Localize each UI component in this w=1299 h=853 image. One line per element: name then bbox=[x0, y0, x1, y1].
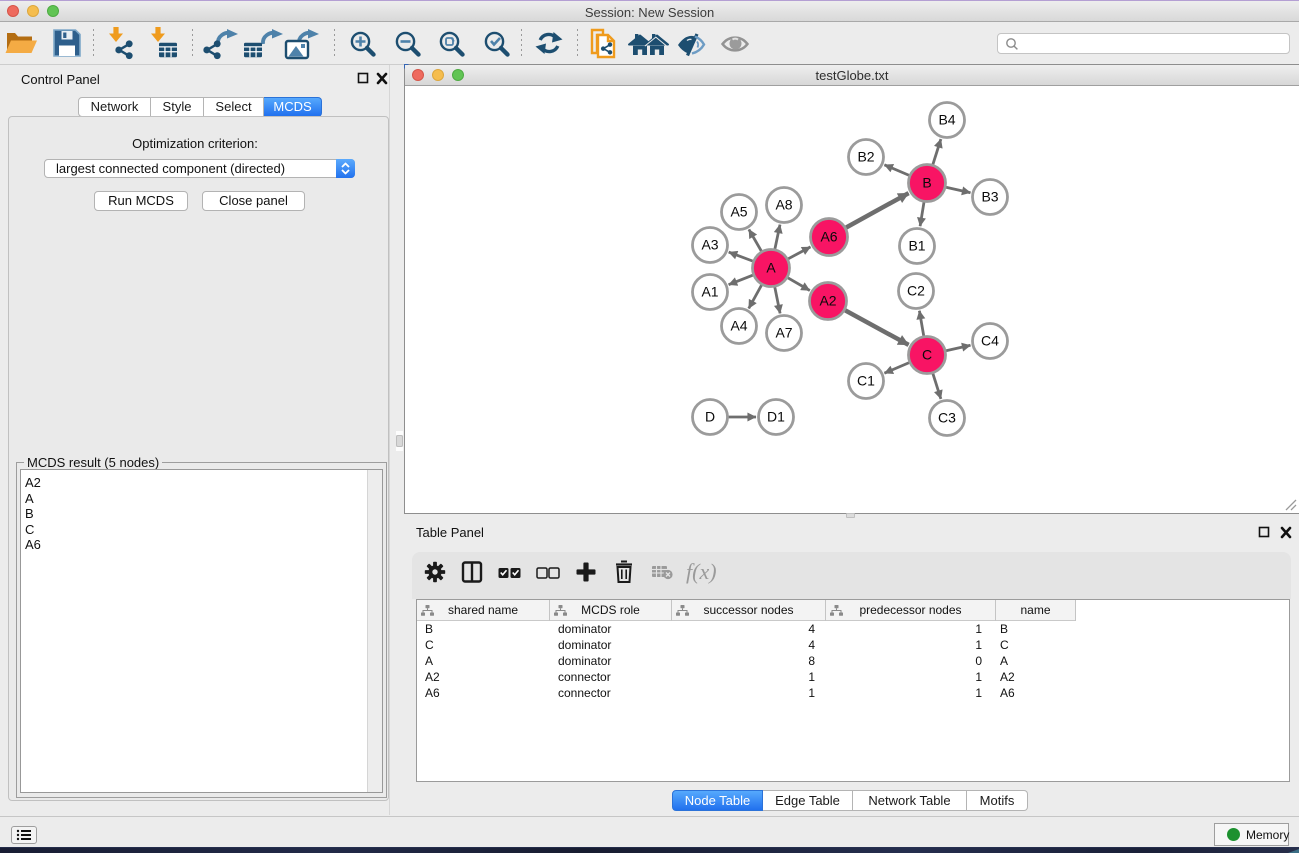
svg-text:C: C bbox=[922, 347, 932, 363]
svg-text:C4: C4 bbox=[981, 333, 999, 349]
svg-text:B: B bbox=[922, 175, 931, 191]
svg-text:A6: A6 bbox=[820, 229, 837, 245]
svg-text:C3: C3 bbox=[938, 410, 956, 426]
svg-text:C1: C1 bbox=[857, 373, 875, 389]
svg-text:B1: B1 bbox=[908, 238, 925, 254]
svg-text:D: D bbox=[705, 409, 715, 425]
svg-text:A5: A5 bbox=[730, 204, 747, 220]
svg-text:B3: B3 bbox=[981, 189, 998, 205]
svg-text:D1: D1 bbox=[767, 409, 785, 425]
svg-text:A4: A4 bbox=[730, 318, 747, 334]
svg-text:B2: B2 bbox=[857, 149, 874, 165]
svg-text:A3: A3 bbox=[701, 237, 718, 253]
svg-text:C2: C2 bbox=[907, 283, 925, 299]
svg-text:A7: A7 bbox=[775, 325, 792, 341]
svg-text:A8: A8 bbox=[775, 197, 792, 213]
svg-text:A1: A1 bbox=[701, 284, 718, 300]
svg-text:A2: A2 bbox=[819, 293, 836, 309]
svg-text:A: A bbox=[766, 260, 776, 276]
svg-text:B4: B4 bbox=[938, 112, 955, 128]
